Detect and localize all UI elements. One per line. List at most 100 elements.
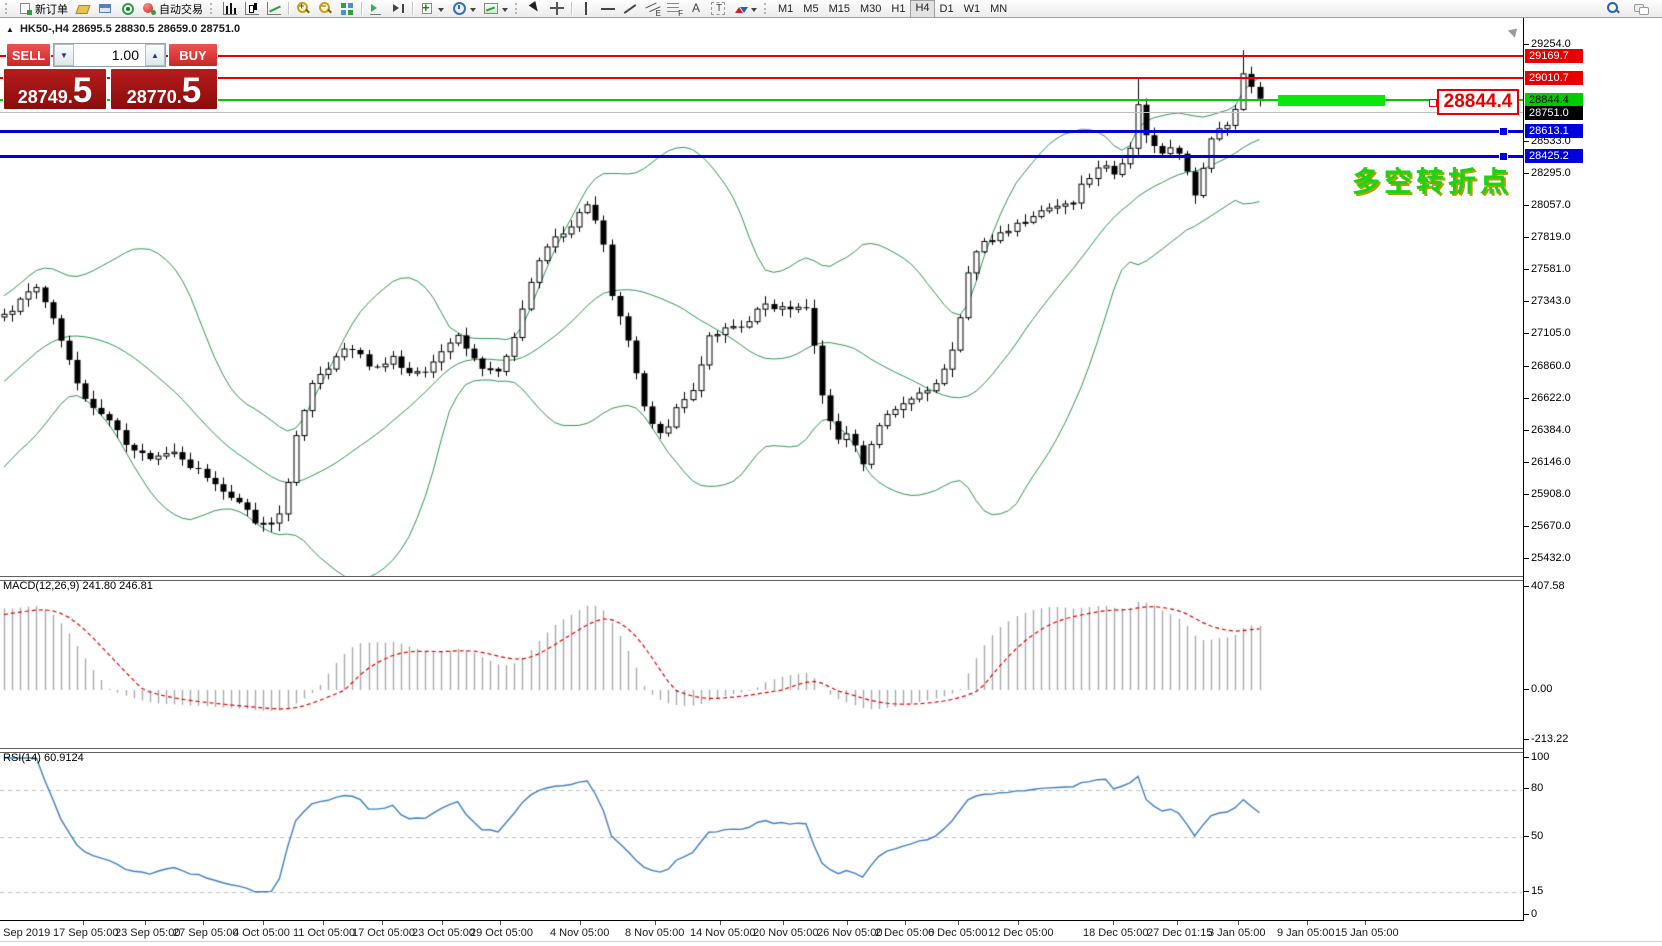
toolbar-grip[interactable] [5,3,11,14]
timeframe-h1[interactable]: H1 [886,1,910,17]
line-chart-button[interactable] [263,1,285,17]
fibonacci-button[interactable] [663,1,685,17]
price-badge-28425.2: 28425.2 [1525,149,1583,163]
zoom-out-button[interactable]: − [314,1,336,17]
date-label: 15 Jan 05:00 [1335,927,1399,939]
timeframe-m30[interactable]: M30 [855,1,886,17]
text-tool-button[interactable] [685,1,707,17]
bar-chart-button[interactable] [219,1,241,17]
chart-canvas[interactable] [0,0,1662,946]
date-tick [1238,921,1239,925]
date-label: 11 Oct 05:00 [293,927,355,939]
templates-button[interactable] [480,1,512,17]
horizontal-line-28751[interactable] [0,112,1523,113]
volume-decrease-button[interactable]: ▼ [54,44,74,66]
date-label: 8 Nov 05:00 [625,927,684,939]
chart-window-button[interactable] [94,1,116,17]
horizontal-line-28425.2[interactable] [0,155,1523,158]
price-tick-27343: 27343.0 [1531,295,1571,307]
chevron-down-icon [751,8,757,15]
timeframe-m5[interactable]: M5 [798,1,823,17]
signals-button[interactable] [116,1,138,17]
buy-label: BUY [179,48,206,63]
arrows-tool-button[interactable] [729,1,761,17]
timeframe-mn[interactable]: MN [985,1,1012,17]
cursor-button[interactable] [524,1,546,17]
toolbar-grip[interactable] [764,3,770,14]
new-order-button[interactable]: 新订单 [14,1,72,17]
timeframe-h4[interactable]: H4 [910,0,934,18]
date-label: 1 Sep 2019 [0,927,50,939]
text-label-button[interactable] [707,1,729,17]
trading-terminal-window: 新订单 自动交易 + − M1 [0,0,1662,946]
macd-axis--213.22: -213.22 [1531,733,1568,745]
timeframe-w1[interactable]: W1 [959,1,986,17]
volume-value[interactable]: 1.00 [74,44,145,66]
date-label: 12 Dec 05:00 [988,927,1053,939]
equidistant-channel-button[interactable] [641,1,663,17]
horizontal-line-29010.7[interactable] [0,77,1523,79]
periods-button[interactable] [448,1,480,17]
date-label: 4 Nov 05:00 [550,927,609,939]
timeframe-d1[interactable]: D1 [935,1,959,17]
vertical-line-button[interactable] [575,1,597,17]
macd-axis-407.58: 407.58 [1531,580,1565,592]
price-tick-26860: 26860.0 [1531,360,1571,372]
autotrade-button[interactable]: 自动交易 [138,1,207,17]
eraser-button[interactable] [72,1,94,17]
price-level-box[interactable]: 28844.4 [1437,89,1519,115]
add-indicator-button[interactable] [416,1,448,17]
horizontal-line-29169.7[interactable] [0,55,1523,57]
top-toolbar: 新订单 自动交易 + − M1 [0,0,1662,18]
price-tick-25432: 25432.0 [1531,552,1571,564]
candlestick-chart-button[interactable] [241,1,263,17]
date-tick [442,921,443,925]
green-highlight-bar[interactable] [1278,95,1385,106]
pane-separator[interactable] [0,748,1523,753]
line-handle[interactable] [1499,127,1508,136]
annotation-text[interactable]: 多空转折点 [1352,160,1512,200]
macd-axis-0.00: 0.00 [1531,683,1552,695]
sell-price-button[interactable]: 28749 . 5 [3,68,107,110]
price-tick-26146: 26146.0 [1531,456,1571,468]
auto-scroll-button[interactable] [365,1,387,17]
arrows-icon [733,2,747,15]
chat-button[interactable] [1630,1,1652,17]
channel-icon [645,2,659,15]
volume-increase-button[interactable]: ▲ [145,44,165,66]
buy-button[interactable]: BUY [168,43,218,67]
timeframe-m15[interactable]: M15 [824,1,855,17]
time-axis-line [0,920,1523,921]
chevron-down-icon [470,8,476,15]
rsi-axis-15: 15 [1531,885,1543,897]
price-badge-28751.0: 28751.0 [1525,106,1583,120]
autotrade-icon [142,2,156,15]
horizontal-line-icon [601,2,615,15]
buy-price-button[interactable]: 28770 . 5 [110,68,218,110]
sell-label: SELL [12,48,45,63]
toolbar-grip[interactable] [210,3,216,14]
sell-price-main: 28749 [18,88,68,106]
horizontal-line-button[interactable] [597,1,619,17]
zoom-in-button[interactable]: + [292,1,314,17]
tile-windows-button[interactable] [336,1,358,17]
trendline-button[interactable] [619,1,641,17]
search-button[interactable] [1602,1,1624,17]
crosshair-button[interactable] [546,1,568,17]
horizontal-line-28613.1[interactable] [0,130,1523,133]
timeframe-m1[interactable]: M1 [773,1,798,17]
sell-button[interactable]: SELL [6,43,51,67]
pane-separator[interactable] [0,576,1523,581]
volume-stepper: ▼ 1.00 ▲ [53,43,166,67]
price-tick-28295: 28295.0 [1531,167,1571,179]
toolbar-grip[interactable] [515,3,521,14]
chart-shift-button[interactable] [387,1,409,17]
new-order-icon [18,2,32,15]
date-tick [847,921,848,925]
buy-price-main: 28770 [127,88,177,106]
rsi-axis-0: 0 [1531,908,1537,920]
date-tick [83,921,84,925]
price-tick-27581: 27581.0 [1531,263,1571,275]
toolbar-separator [361,2,362,15]
chat-icon [1634,2,1648,15]
